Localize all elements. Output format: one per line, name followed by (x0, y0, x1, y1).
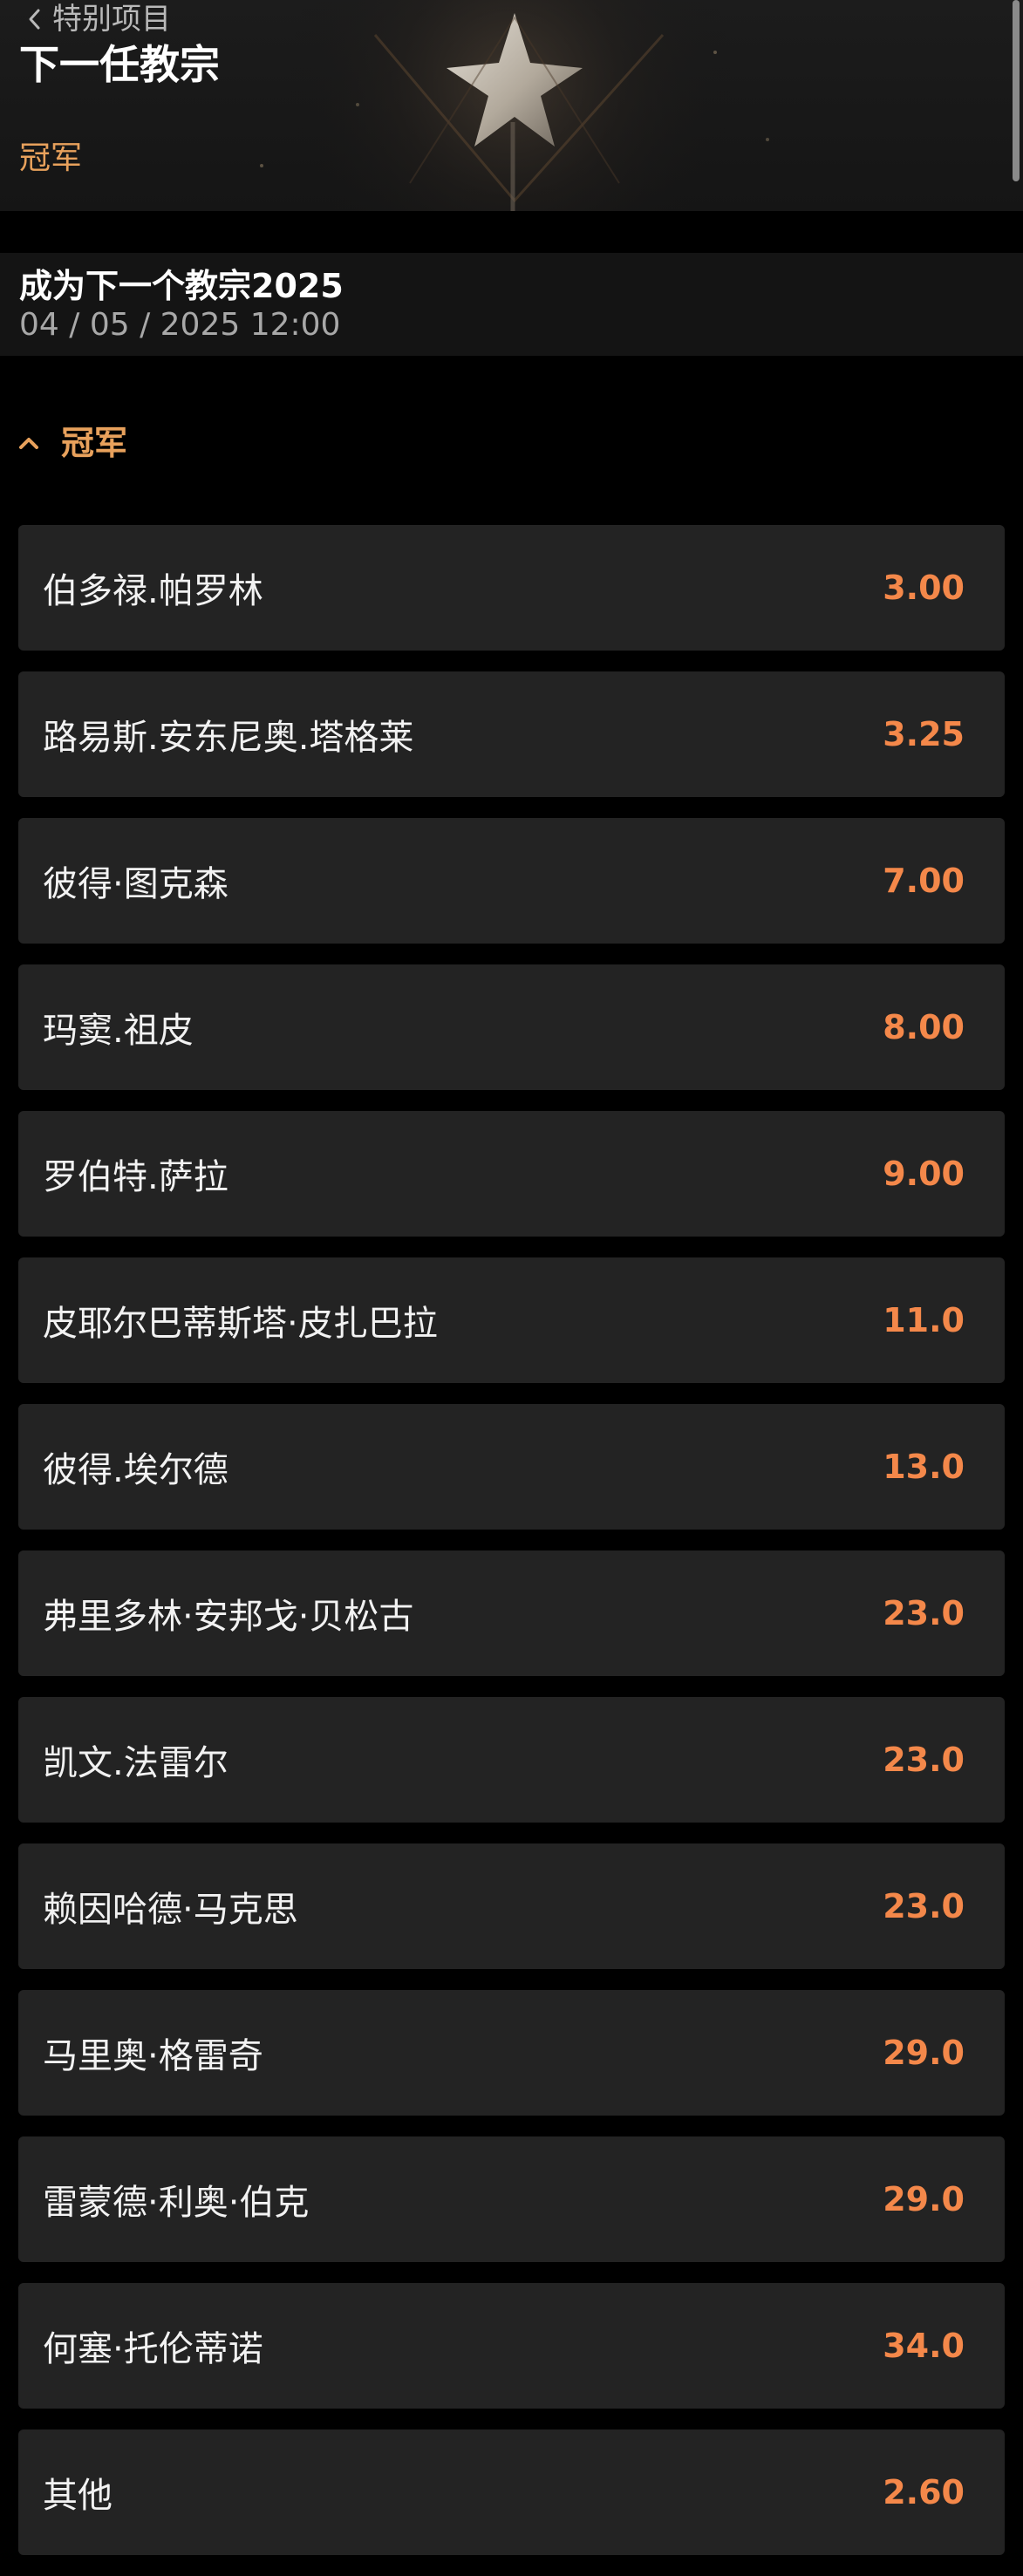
outcome-row[interactable]: 彼得·图克森 7.00 (18, 818, 1005, 944)
back-label: 特别项目 (52, 2, 171, 37)
market-title: 冠军 (61, 424, 128, 462)
chevron-left-icon (29, 9, 40, 30)
outcome-row[interactable]: 皮耶尔巴蒂斯塔·皮扎巴拉 11.0 (18, 1257, 1005, 1383)
outcome-name: 伯多禄.帕罗林 (43, 571, 263, 611)
outcome-name: 玛窦.祖皮 (43, 1011, 194, 1051)
outcome-row[interactable]: 伯多禄.帕罗林 3.00 (18, 525, 1005, 651)
outcome-name: 弗里多林·安邦戈·贝松古 (43, 1597, 414, 1637)
header-tag: 冠军 (19, 140, 83, 176)
outcome-odds: 29.0 (883, 2034, 965, 2072)
outcome-odds: 2.60 (883, 2473, 965, 2511)
outcome-odds: 9.00 (883, 1155, 965, 1193)
outcome-odds: 7.00 (883, 862, 965, 900)
outcome-row[interactable]: 路易斯.安东尼奥.塔格莱 3.25 (18, 671, 1005, 797)
outcome-row[interactable]: 马里奥·格雷奇 29.0 (18, 1990, 1005, 2116)
outcome-odds: 29.0 (883, 2180, 965, 2218)
outcome-row[interactable]: 凯文.法雷尔 23.0 (18, 1697, 1005, 1823)
event-name: 成为下一个教宗2025 (19, 267, 344, 305)
outcome-odds: 34.0 (883, 2327, 965, 2365)
outcome-odds: 23.0 (883, 1741, 965, 1779)
outcome-name: 罗伯特.萨拉 (43, 1157, 228, 1197)
outcome-row[interactable]: 其他 2.60 (18, 2429, 1005, 2555)
outcome-odds: 23.0 (883, 1887, 965, 1925)
scrollbar[interactable] (1013, 0, 1020, 181)
event-info: 成为下一个教宗2025 04 / 05 / 2025 12:00 (0, 253, 1023, 356)
outcome-list: 伯多禄.帕罗林 3.00 路易斯.安东尼奥.塔格莱 3.25 彼得·图克森 7.… (18, 525, 1005, 2576)
outcome-name: 凯文.法雷尔 (43, 1743, 228, 1783)
outcome-row[interactable]: 赖因哈德·马克思 23.0 (18, 1843, 1005, 1969)
event-date: 04 / 05 / 2025 12:00 (19, 307, 341, 343)
outcome-name: 何塞·托伦蒂诺 (43, 2329, 263, 2369)
outcome-odds: 13.0 (883, 1448, 965, 1486)
outcome-row[interactable]: 罗伯特.萨拉 9.00 (18, 1111, 1005, 1237)
page-header: 特别项目 下一任教宗 冠军 (0, 0, 1023, 211)
outcome-row[interactable]: 雷蒙德·利奥·伯克 29.0 (18, 2136, 1005, 2262)
outcome-odds: 23.0 (883, 1594, 965, 1632)
outcome-name: 皮耶尔巴蒂斯塔·皮扎巴拉 (43, 1304, 438, 1344)
outcome-name: 彼得.埃尔德 (43, 1450, 228, 1490)
outcome-odds: 3.00 (883, 569, 965, 607)
outcome-odds: 3.25 (883, 715, 965, 753)
outcome-odds: 11.0 (883, 1301, 965, 1339)
outcome-name: 马里奥·格雷奇 (43, 2036, 263, 2076)
outcome-row[interactable]: 何塞·托伦蒂诺 34.0 (18, 2283, 1005, 2409)
back-button[interactable]: 特别项目 (26, 0, 171, 38)
page-title: 下一任教宗 (19, 41, 220, 88)
outcome-odds: 8.00 (883, 1008, 965, 1046)
outcome-name: 雷蒙德·利奥·伯克 (43, 2183, 310, 2223)
outcome-name: 其他 (43, 2476, 113, 2516)
chevron-up-icon (19, 438, 38, 449)
outcome-name: 路易斯.安东尼奥.塔格莱 (43, 718, 414, 758)
outcome-row[interactable]: 玛窦.祖皮 8.00 (18, 964, 1005, 1090)
outcome-row[interactable]: 彼得.埃尔德 13.0 (18, 1404, 1005, 1530)
market-collapse-toggle[interactable]: 冠军 (17, 417, 127, 469)
outcome-name: 赖因哈德·马克思 (43, 1890, 298, 1930)
outcome-name: 彼得·图克森 (43, 864, 228, 904)
outcome-row[interactable]: 弗里多林·安邦戈·贝松古 23.0 (18, 1550, 1005, 1676)
